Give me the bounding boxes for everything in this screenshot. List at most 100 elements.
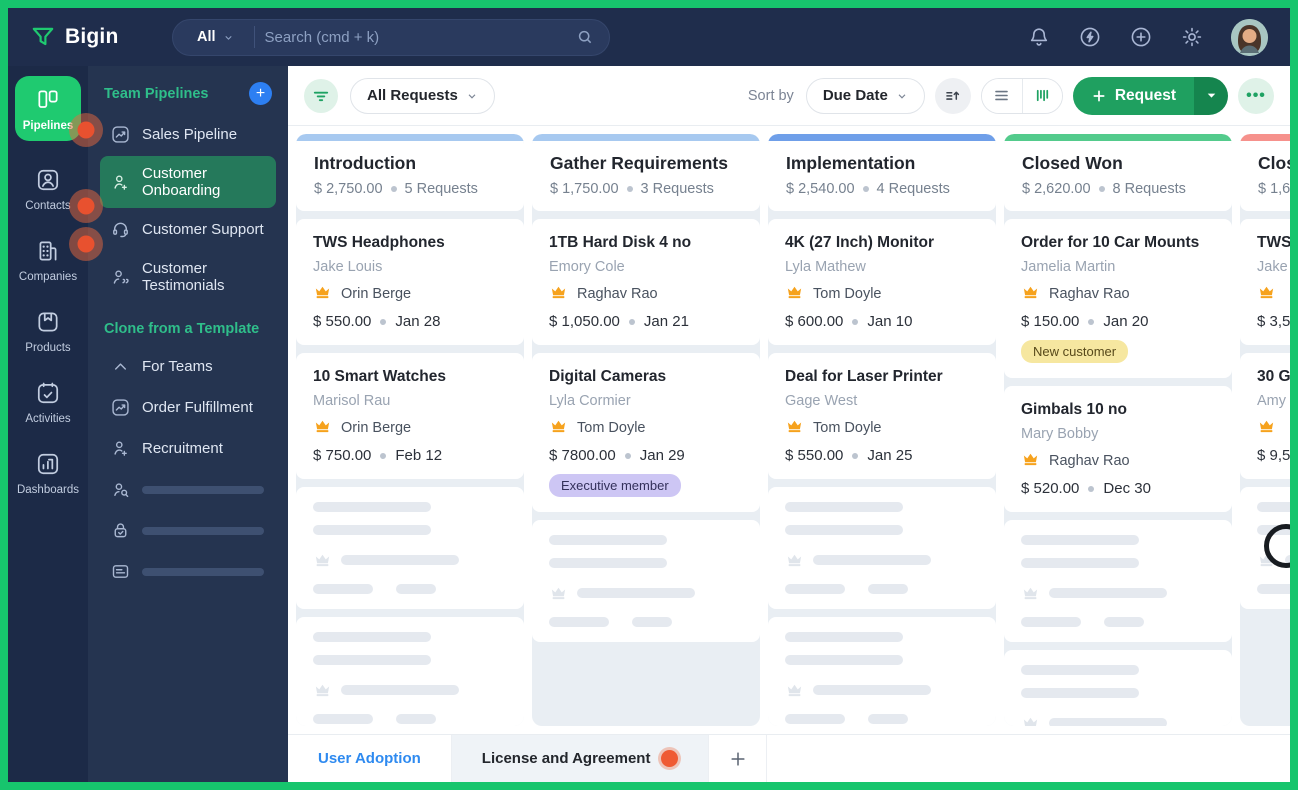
column-header[interactable]: Closed Won $ 2,620.00 8 Requests xyxy=(1004,134,1232,211)
sidebar-item-order-fulfillment[interactable]: Order Fulfillment xyxy=(100,388,276,427)
activity-icon xyxy=(15,380,81,409)
search-scope-dropdown[interactable]: All xyxy=(187,29,244,45)
request-card-skeleton[interactable] xyxy=(296,487,524,609)
request-card-skeleton[interactable] xyxy=(1004,650,1232,726)
topbar-actions xyxy=(1027,18,1268,56)
card-title: TWS Headphones xyxy=(313,234,445,251)
kanban-board: Introduction $ 2,750.00 5 Requests TWS H… xyxy=(288,126,1290,734)
nav-item-contacts[interactable]: Contacts xyxy=(15,161,81,218)
card-due-date: Jan 25 xyxy=(867,447,913,464)
user-avatar[interactable] xyxy=(1231,18,1268,56)
sidebar-item-skeleton[interactable] xyxy=(100,511,276,550)
add-tab-button[interactable] xyxy=(709,735,768,782)
request-card[interactable]: Deal for Laser Printer Gage West Tom Doy… xyxy=(768,353,996,479)
request-card-skeleton[interactable] xyxy=(768,487,996,609)
notifications-bell-icon[interactable] xyxy=(1027,25,1051,49)
search-icon[interactable] xyxy=(575,27,595,47)
sidebar-item-skeleton[interactable] xyxy=(100,470,276,509)
column-header[interactable]: Introduction $ 2,750.00 5 Requests xyxy=(296,134,524,211)
card-due-date: Dec 30 xyxy=(1103,480,1151,497)
add-pipeline-button[interactable]: + xyxy=(249,82,272,105)
card-due-date: Jan 21 xyxy=(643,313,689,330)
settings-gear-icon[interactable] xyxy=(1180,25,1204,49)
sidebar-item-skeleton[interactable] xyxy=(100,552,276,591)
stage-tab-license-and-agreement[interactable]: License and Agreement xyxy=(451,735,710,782)
column-title: Closed Lost xyxy=(1258,153,1290,173)
card-contact: Lyla Mathew xyxy=(785,259,866,275)
request-card[interactable]: TWS Headphones Jake Louis Orin Berge $ 5… xyxy=(296,219,524,345)
add-new-plus-icon[interactable] xyxy=(1129,25,1153,49)
add-request-caret[interactable] xyxy=(1194,76,1228,115)
dot-separator xyxy=(852,452,859,459)
request-card-skeleton[interactable] xyxy=(532,520,760,642)
sort-direction-button[interactable] xyxy=(934,77,971,114)
card-lines-icon xyxy=(110,561,131,582)
request-card-skeleton[interactable] xyxy=(1240,487,1290,609)
column-header[interactable]: Gather Requirements $ 1,750.00 3 Request… xyxy=(532,134,760,211)
lock-check-icon xyxy=(110,520,131,541)
card-contact: Jamelia Martin xyxy=(1021,259,1116,275)
card-contact: Amy xyxy=(1257,393,1286,409)
request-card[interactable]: 10 Smart Watches Marisol Rau Orin Berge … xyxy=(296,353,524,479)
request-card[interactable]: Digital Cameras Lyla Cormier Tom Doyle $… xyxy=(532,353,760,512)
dot-separator xyxy=(628,318,635,325)
owner-crown-icon xyxy=(1021,449,1040,472)
dot-separator xyxy=(390,186,397,192)
dot-separator xyxy=(380,452,387,459)
person-plus-icon xyxy=(110,438,131,459)
nav-item-activities[interactable]: Activities xyxy=(15,374,81,431)
global-search[interactable]: All xyxy=(172,18,610,56)
column-amount: $ 1,750.00 xyxy=(550,181,619,197)
request-card[interactable]: Gimbals 10 no Mary Bobby Raghav Rao $ 52… xyxy=(1004,386,1232,512)
card-contact: Mary Bobby xyxy=(1021,426,1099,442)
request-card-skeleton[interactable] xyxy=(768,617,996,726)
column-amount: $ 2,540.00 xyxy=(786,181,855,197)
request-card-skeleton[interactable] xyxy=(1004,520,1232,642)
sidebar-item-customer-onboarding[interactable]: Customer Onboarding xyxy=(100,156,276,208)
filter-button[interactable] xyxy=(304,78,338,113)
sidebar-item-label: For Teams xyxy=(142,358,213,375)
card-due-date: Jan 28 xyxy=(395,313,441,330)
column-accent-bar xyxy=(1240,134,1290,141)
card-amount-value: $ 3,500.00 xyxy=(1257,313,1290,330)
quick-actions-bolt-icon[interactable] xyxy=(1078,25,1102,49)
sidebar-item-for-teams[interactable]: For Teams xyxy=(100,347,276,386)
stage-tab-user-adoption[interactable]: User Adoption xyxy=(288,735,452,782)
sidebar-item-customer-support[interactable]: Customer Support xyxy=(100,210,276,249)
top-bar: Bigin All xyxy=(8,8,1290,66)
column-title: Implementation xyxy=(786,153,916,173)
nav-item-pipelines[interactable]: Pipelines xyxy=(15,76,81,141)
card-title: Gimbals 10 no xyxy=(1021,401,1127,418)
nav-item-dashboards[interactable]: Dashboards xyxy=(15,445,81,502)
sidebar-item-customer-testimonials[interactable]: Customer Testimonials xyxy=(100,251,276,303)
add-request-button[interactable]: Request xyxy=(1072,76,1194,115)
sort-field-dropdown[interactable]: Due Date xyxy=(805,77,925,114)
request-card[interactable]: TWS Headphones Jake Louis $ 3,500.00 xyxy=(1240,219,1290,345)
list-view-button[interactable] xyxy=(981,78,1022,113)
card-amount-value: $ 750.00 xyxy=(313,447,372,464)
column-header[interactable]: Closed Lost $ 1,620.00 xyxy=(1240,134,1290,211)
request-card[interactable]: 4K (27 Inch) Monitor Lyla Mathew Tom Doy… xyxy=(768,219,996,345)
owner-crown-icon xyxy=(313,282,332,305)
more-options-button[interactable]: ••• xyxy=(1238,77,1274,114)
card-amount-value: $ 9,500.00 xyxy=(1257,447,1290,464)
card-title: TWS Headphones xyxy=(1257,234,1290,251)
avatar-image xyxy=(1231,18,1268,56)
app-window: Bigin All Search (cmd + k) Pipelines Con… xyxy=(0,0,1298,790)
kanban-column: Introduction $ 2,750.00 5 Requests TWS H… xyxy=(296,134,524,726)
sidebar-item-sales-pipeline[interactable]: Sales Pipeline xyxy=(100,115,276,154)
brand-logo[interactable]: Bigin xyxy=(30,24,160,50)
request-card[interactable]: 1TB Hard Disk 4 no Emory Cole Raghav Rao… xyxy=(532,219,760,345)
request-card[interactable]: Order for 10 Car Mounts Jamelia Martin R… xyxy=(1004,219,1232,378)
sidebar-item-recruitment[interactable]: Recruitment xyxy=(100,429,276,468)
search-input[interactable] xyxy=(264,28,575,46)
nav-item-companies[interactable]: Companies xyxy=(15,232,81,289)
column-header[interactable]: Implementation $ 2,540.00 4 Requests xyxy=(768,134,996,211)
request-card[interactable]: 30 Gimbals Amy $ 9,500.00 xyxy=(1240,353,1290,479)
card-contact: Emory Cole xyxy=(549,259,625,275)
kanban-view-button[interactable] xyxy=(1021,78,1062,113)
nav-item-products[interactable]: Products xyxy=(15,303,81,360)
card-due-date: Jan 20 xyxy=(1103,313,1149,330)
view-filter-dropdown[interactable]: All Requests xyxy=(350,77,495,114)
request-card-skeleton[interactable] xyxy=(296,617,524,726)
